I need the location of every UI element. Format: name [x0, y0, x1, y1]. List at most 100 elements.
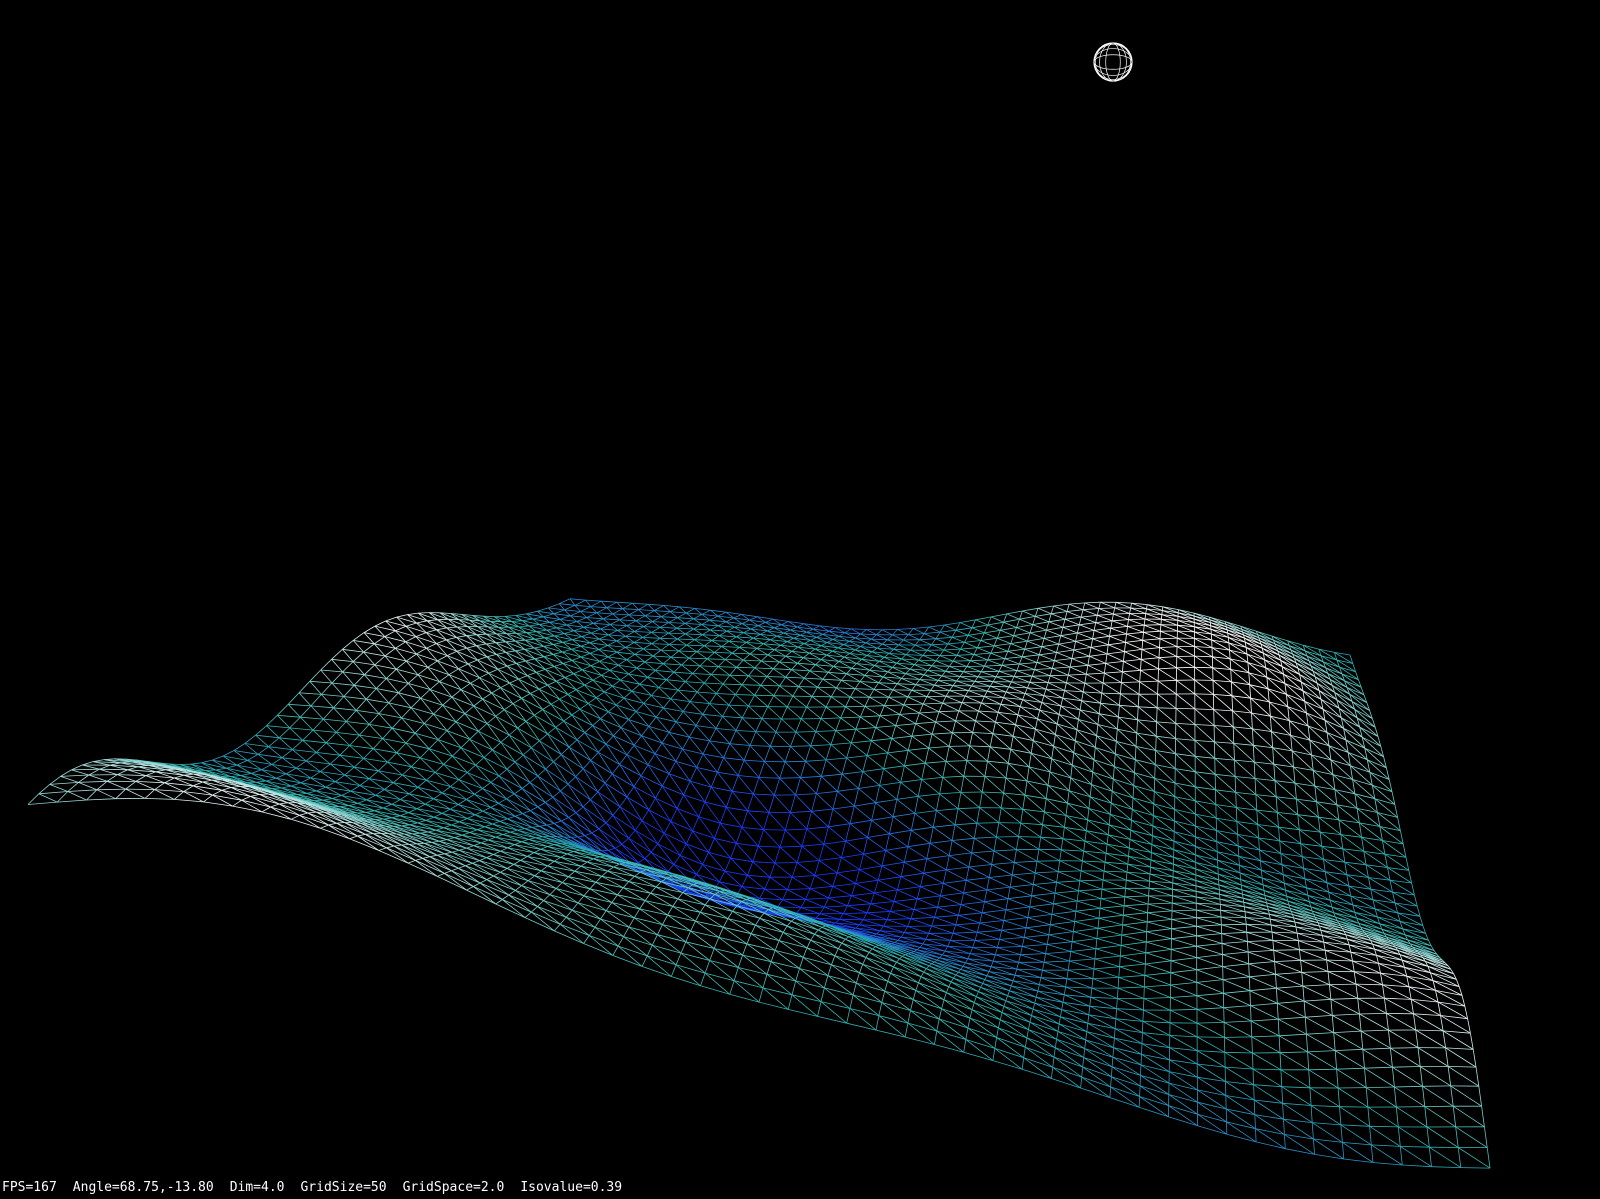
mesh-edge	[626, 796, 643, 821]
mesh-edge	[1031, 895, 1054, 905]
mesh-edge	[856, 658, 863, 664]
mesh-edge	[1034, 669, 1051, 677]
mesh-edge	[977, 645, 995, 649]
mesh-edge	[608, 847, 616, 851]
mesh-edge	[277, 715, 290, 729]
mesh-edge	[752, 793, 770, 813]
mesh-edge	[1089, 655, 1106, 664]
mesh-edge	[844, 628, 852, 634]
mesh-edge	[508, 727, 518, 736]
mesh-edge	[851, 883, 856, 896]
mesh-edge	[905, 668, 911, 674]
mesh-edge	[1307, 895, 1331, 901]
mesh-edge	[900, 876, 921, 887]
mesh-edge	[529, 775, 539, 783]
mesh-edge	[436, 627, 447, 631]
mesh-edge	[1130, 603, 1132, 609]
mesh-edge	[490, 775, 500, 783]
mesh-edge	[562, 660, 573, 664]
mesh-edge	[1359, 822, 1362, 838]
mesh-edge	[1010, 643, 1025, 650]
mesh-edge	[620, 719, 629, 728]
mesh-edge	[670, 650, 680, 658]
mesh-edge	[733, 614, 742, 619]
mesh-edge	[858, 788, 876, 804]
mesh-edge	[655, 785, 663, 799]
terrain-scene[interactable]	[0, 0, 1600, 1199]
mesh-edge	[800, 906, 825, 908]
mesh-edge	[564, 630, 575, 634]
mesh-edge	[1125, 872, 1128, 881]
mesh-edge	[1151, 844, 1153, 853]
mesh-edge	[845, 696, 851, 707]
mesh-edge	[776, 632, 784, 637]
mesh-edge	[500, 742, 516, 763]
mesh-edge	[777, 899, 783, 908]
mesh-edge	[870, 901, 894, 905]
mesh-edge	[791, 662, 798, 670]
mesh-edge	[911, 735, 929, 749]
gl-viewport[interactable]: FPS=167 Angle=68.75,-13.80 Dim=4.0 GridSize…	[0, 0, 1600, 1199]
terrain-wireframe-mesh	[27, 598, 1491, 1169]
mesh-edge	[1246, 653, 1266, 669]
mesh-edge	[320, 669, 343, 673]
mesh-edge	[621, 837, 629, 845]
mesh-edge	[1051, 613, 1066, 620]
mesh-edge	[1069, 658, 1073, 668]
mesh-edge	[783, 629, 791, 634]
mesh-edge	[450, 779, 460, 787]
mesh-edge	[931, 665, 950, 667]
mesh-edge	[960, 904, 983, 914]
mesh-edge	[1213, 725, 1235, 744]
mesh-edge	[1254, 778, 1257, 795]
mesh-edge	[644, 852, 652, 859]
mesh-edge	[790, 626, 798, 631]
mesh-edge	[1147, 903, 1173, 912]
mesh-edge	[511, 620, 523, 622]
mesh-edge	[701, 609, 711, 615]
mesh-edge	[910, 813, 916, 831]
mesh-edge	[984, 776, 1006, 779]
mesh-edge	[506, 761, 516, 770]
mesh-edge	[1176, 667, 1195, 681]
mesh-edge	[892, 816, 912, 831]
mesh-edge	[1194, 740, 1216, 759]
mesh-edge	[616, 635, 626, 642]
mesh-edge	[937, 906, 959, 916]
mesh-edge	[822, 630, 830, 635]
mesh-edge	[736, 632, 744, 638]
mesh-edge	[946, 869, 967, 881]
mesh-edge	[931, 644, 945, 651]
mesh-edge	[616, 640, 635, 643]
mesh-edge	[1023, 927, 1027, 938]
mesh-edge	[971, 850, 995, 854]
mesh-edge	[974, 837, 995, 852]
mesh-edge	[1302, 644, 1322, 657]
mesh-edge	[689, 657, 708, 660]
mesh-edge	[515, 613, 527, 616]
mesh-edge	[1046, 629, 1061, 637]
mesh-edge	[1144, 624, 1161, 626]
mesh-edge	[1213, 709, 1234, 728]
mesh-edge	[1018, 836, 1040, 850]
mesh-edge	[1029, 906, 1053, 915]
mesh-edge	[696, 864, 703, 875]
mesh-edge	[964, 635, 969, 643]
mesh-edge	[1235, 776, 1256, 779]
mesh-edge	[668, 644, 680, 652]
mesh-edge	[717, 611, 727, 617]
mesh-edge	[677, 681, 686, 691]
mesh-edge	[1160, 630, 1178, 639]
mesh-edge	[943, 883, 964, 894]
mesh-edge	[854, 681, 861, 689]
mesh-edge	[1159, 638, 1161, 648]
mesh-edge	[1057, 860, 1061, 872]
mesh-edge	[545, 768, 561, 792]
mesh-edge	[1194, 756, 1216, 775]
mesh-edge	[1128, 618, 1146, 620]
mesh-edge	[456, 647, 467, 652]
mesh-edge	[1152, 825, 1154, 836]
mesh-edge	[490, 621, 509, 628]
mesh-edge	[1152, 803, 1155, 816]
mesh-edge	[514, 754, 524, 763]
